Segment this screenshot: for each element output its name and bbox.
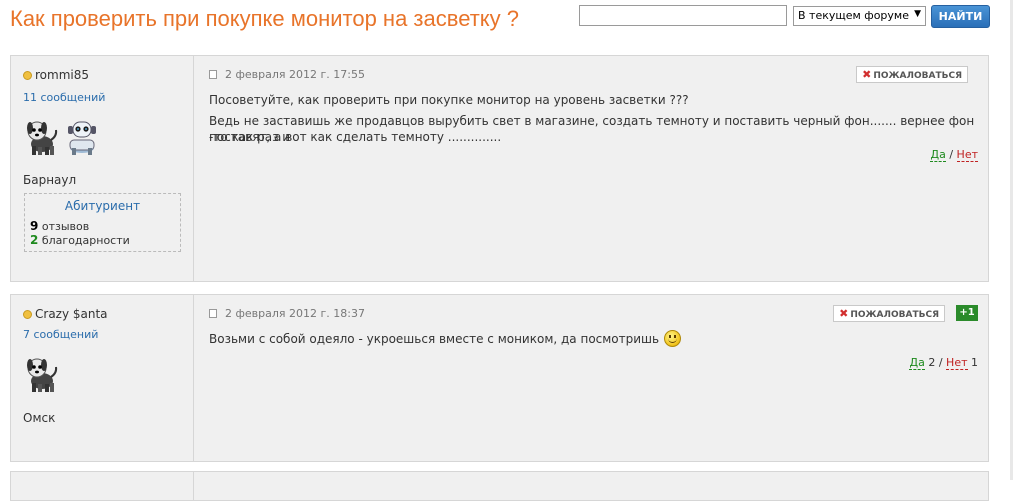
post-text-line: поставят, а вот как сделать темноту ....… (209, 130, 502, 144)
author-name[interactable]: rommi85 (23, 68, 89, 82)
page-title: Как проверить при покупке монитор на зас… (10, 6, 519, 31)
search-button[interactable]: НАЙТИ (931, 5, 990, 28)
author-name[interactable]: Crazy $anta (23, 307, 108, 321)
robot-dog-icon (64, 118, 100, 156)
post-author-panel (11, 472, 194, 500)
forum-post: rommi85 11 сообщений Барнаул Абитуриент … (10, 55, 989, 282)
user-icon (23, 71, 32, 80)
vote-yes-link[interactable]: Да (930, 148, 946, 162)
author-message-count-link[interactable]: 7 сообщений (23, 328, 98, 341)
post-body: 2 февраля 2012 г. 18:37 ✖ ПОЖАЛОВАТЬСЯ +1… (209, 295, 978, 461)
vote-separator: / (938, 356, 943, 369)
report-label: ПОЖАЛОВАТЬСЯ (873, 71, 962, 81)
vote-no-count: 1 (971, 356, 978, 369)
forum-post (10, 471, 989, 501)
reviews-number: 9 (30, 219, 39, 233)
search-input[interactable] (579, 5, 787, 26)
vote-yes-link[interactable]: Да (909, 356, 925, 370)
thanks-label: благодарности (41, 234, 130, 247)
reviews-label: отзывов (41, 220, 90, 233)
post-date-label: 2 февраля 2012 г. 18:37 (225, 307, 365, 320)
author-rank-box: Абитуриент 9 отзывов 2 благодарности (24, 193, 181, 252)
report-label: ПОЖАЛОВАТЬСЯ (850, 310, 939, 320)
post-text: Возьми с собой одеяло - укроешься вместе… (209, 332, 660, 346)
thanks-count: 2 благодарности (30, 233, 130, 247)
author-city: Омск (23, 411, 56, 425)
post-text-line: Возьми с собой одеяло - укроешься вместе… (209, 330, 682, 347)
author-rank[interactable]: Абитуриент (25, 199, 180, 213)
close-x-icon: ✖ (862, 68, 872, 81)
report-button[interactable]: ✖ ПОЖАЛОВАТЬСЯ (856, 66, 968, 83)
dog-icon (24, 355, 60, 393)
post-date: 2 февраля 2012 г. 18:37 (209, 307, 365, 320)
dropdown-arrow-icon: ▼ (914, 9, 921, 19)
vote-no-link[interactable]: Нет (946, 356, 968, 370)
author-city: Барнаул (23, 173, 77, 187)
forum-post: Crazy $anta 7 сообщений Омск 2 февраля 2… (10, 294, 989, 462)
dog-icon (24, 118, 60, 156)
author-message-count-link[interactable]: 11 сообщений (23, 91, 105, 104)
vote-controls: Да / Нет (930, 148, 978, 162)
search-scope-select[interactable]: В текущем форуме ▼ (793, 6, 926, 26)
reviews-count: 9 отзывов (30, 219, 89, 233)
vote-no-link[interactable]: Нет (956, 148, 978, 162)
post-date-label: 2 февраля 2012 г. 17:55 (225, 68, 365, 81)
report-button[interactable]: ✖ ПОЖАЛОВАТЬСЯ (833, 305, 945, 322)
vote-controls: Да 2 / Нет 1 (909, 356, 978, 370)
post-text-line: Посоветуйте, как проверить при покупке м… (209, 93, 689, 107)
rating-badge: +1 (956, 305, 978, 321)
avatar-badges (24, 355, 60, 393)
search-scope-label: В текущем форуме (798, 9, 909, 22)
post-document-icon (209, 70, 217, 79)
close-x-icon: ✖ (839, 307, 849, 320)
post-date: 2 февраля 2012 г. 17:55 (209, 68, 365, 81)
avatar-badges (24, 118, 100, 156)
post-author-panel: Crazy $anta 7 сообщений Омск (11, 295, 194, 461)
post-document-icon (209, 309, 217, 318)
smiley-icon (664, 330, 682, 347)
vote-yes-count: 2 (928, 356, 936, 369)
vote-separator: / (949, 148, 954, 161)
author-name-label: Crazy $anta (35, 307, 108, 321)
post-author-panel: rommi85 11 сообщений Барнаул Абитуриент … (11, 56, 194, 281)
thanks-number: 2 (30, 233, 39, 247)
user-icon (23, 310, 32, 319)
author-name-label: rommi85 (35, 68, 89, 82)
post-body: 2 февраля 2012 г. 17:55 ✖ ПОЖАЛОВАТЬСЯ По… (209, 56, 978, 281)
